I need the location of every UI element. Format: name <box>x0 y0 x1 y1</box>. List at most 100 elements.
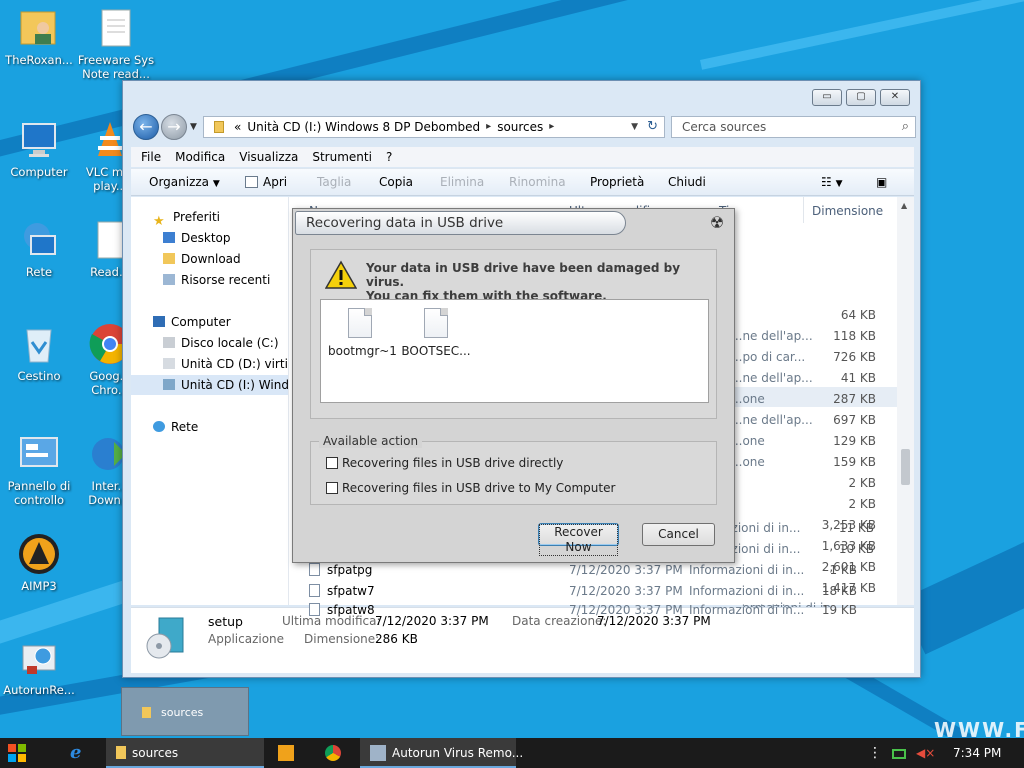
option-recover-directly[interactable]: Recovering files in USB drive directly <box>326 456 563 470</box>
option-recover-to-computer[interactable]: Recovering files in USB drive to My Comp… <box>326 481 615 495</box>
start-button[interactable] <box>8 744 26 762</box>
forward-button[interactable]: → <box>161 114 187 140</box>
menu-modifica[interactable]: Modifica <box>175 147 225 167</box>
rename-button[interactable]: Rinomina <box>509 169 566 195</box>
chevron-right-icon[interactable]: ▸ <box>486 117 491 137</box>
search-input[interactable]: Cerca sources ⌕ <box>671 116 916 138</box>
address-segment[interactable]: sources <box>497 117 543 137</box>
copy-button[interactable]: Copia <box>379 169 413 195</box>
radiation-icon: ☢ <box>709 213 725 232</box>
desktop-icon-freeware[interactable]: Freeware Sys Note read... <box>76 6 156 81</box>
autorun-remover-icon <box>17 636 61 680</box>
desktop-icon-label: AIMP3 <box>21 579 57 593</box>
control-panel-icon <box>17 432 61 476</box>
nav-download[interactable]: Download <box>163 249 241 269</box>
recover-now-label: Recover Now <box>539 524 618 556</box>
recovery-dialog: Recovering data in USB drive ☢ Your data… <box>292 208 735 563</box>
file-item[interactable]: BOOTSEC... <box>400 308 472 358</box>
preview-pane-icon[interactable]: ▣ <box>876 169 887 195</box>
organize-button[interactable]: Organizza ▼ <box>149 169 220 197</box>
wallpaper-stripe <box>700 0 1024 70</box>
scroll-up-icon[interactable]: ▲ <box>901 201 907 210</box>
desktop-icon-rete[interactable]: Rete <box>0 218 79 279</box>
desktop-icon-label: AutorunRe... <box>3 683 75 697</box>
cd-drive-icon <box>163 379 175 390</box>
taskbar-ie-icon[interactable]: e <box>70 738 94 768</box>
navigation-pane: ★ Preferiti Desktop Download Risorse rece… <box>131 197 289 605</box>
refresh-icon[interactable]: ↻ <box>647 117 658 137</box>
open-button[interactable]: Apri <box>245 169 287 195</box>
desktop-icon-autorun[interactable]: AutorunRe... <box>0 636 79 697</box>
desktop-icon-label: TheRoxan... <box>5 53 73 67</box>
nav-recent[interactable]: Risorse recenti <box>163 270 270 290</box>
dialog-title: Recovering data in USB drive <box>295 211 626 235</box>
vertical-scrollbar[interactable]: ▲ <box>897 197 914 605</box>
checkbox[interactable] <box>326 456 338 469</box>
nav-label: Download <box>181 252 241 266</box>
taskbar-media-player-icon[interactable] <box>278 738 300 768</box>
available-action-group: Available action Recovering files in USB… <box>310 434 717 505</box>
column-header-size[interactable]: Dimensione <box>803 197 883 223</box>
file-size: 18 KB <box>821 584 857 598</box>
desktop-icon-aimp[interactable]: AIMP3 <box>0 532 79 593</box>
back-button[interactable]: ← <box>133 114 159 140</box>
desktop-icon-pannello[interactable]: Pannello di controllo <box>0 432 79 507</box>
network-status-icon[interactable] <box>892 738 908 768</box>
folder-icon <box>116 746 126 759</box>
menu-strumenti[interactable]: Strumenti <box>312 147 372 167</box>
file-item[interactable]: bootmgr~1 <box>328 308 397 358</box>
nav-desktop[interactable]: Desktop <box>163 228 231 248</box>
nav-cd-d[interactable]: Unità CD (D:) virtio-... <box>163 354 288 374</box>
menu-visualizza[interactable]: Visualizza <box>239 147 298 167</box>
minimize-button[interactable]: ▭ <box>812 89 842 106</box>
delete-button[interactable]: Elimina <box>440 169 484 195</box>
clock[interactable]: 7:34 PM <box>953 738 1003 768</box>
damaged-files-list[interactable]: bootmgr~1 BOOTSEC... <box>320 299 709 403</box>
address-dropdown-icon[interactable]: ▼ <box>631 117 638 137</box>
chevron-down-icon: ▼ <box>212 179 220 189</box>
address-segment[interactable]: Unità CD (I:) Windows 8 DP Debombed <box>247 117 480 137</box>
tray-overflow-icon[interactable]: ⋮ <box>868 738 882 768</box>
menu-file[interactable]: File <box>141 147 161 167</box>
properties-button[interactable]: Proprietà <box>590 169 644 195</box>
desktop-icon-computer[interactable]: Computer <box>0 118 79 179</box>
organize-label: Organizza <box>149 175 210 189</box>
chevron-right-icon[interactable]: ▸ <box>549 117 554 137</box>
file-row[interactable]: sfpatw8 7/12/2020 3:37 PM Informazioni d… <box>123 603 903 623</box>
folder-icon <box>142 707 151 718</box>
chrome-icon <box>325 744 341 761</box>
nav-disk-c[interactable]: Disco locale (C:) <box>163 333 279 353</box>
cancel-button[interactable]: Cancel <box>642 523 715 546</box>
nav-computer[interactable]: Computer <box>153 312 231 332</box>
desktop-icon-cestino[interactable]: Cestino <box>0 322 79 383</box>
desktop-icon-label: Computer <box>10 165 68 179</box>
volume-muted-icon[interactable]: ◀× <box>916 738 935 768</box>
cut-button[interactable]: Taglia <box>317 169 351 195</box>
desktop-icon-theroxan[interactable]: TheRoxan... <box>0 6 79 67</box>
file-row[interactable]: sfpatpg 7/12/2020 3:37 PM Informazioni d… <box>123 563 903 583</box>
file-date: 7/12/2020 3:37 PM <box>569 603 683 617</box>
view-options-icon[interactable]: ☷ ▼ <box>821 169 843 197</box>
nav-rete[interactable]: Rete <box>153 417 198 437</box>
taskbar-chrome-icon[interactable] <box>325 738 347 768</box>
nav-preferiti[interactable]: ★ Preferiti <box>153 207 220 229</box>
menu-help[interactable]: ? <box>386 147 392 167</box>
recover-now-button[interactable]: Recover Now <box>538 523 619 556</box>
taskbar-thumbnail[interactable]: sources <box>121 687 249 736</box>
history-dropdown-icon[interactable]: ▼ <box>190 122 197 132</box>
scroll-thumb[interactable] <box>901 449 910 485</box>
media-player-icon <box>278 744 294 761</box>
nav-cd-i[interactable]: Unità CD (I:) Window... <box>131 375 288 395</box>
desktop-icon <box>163 232 175 243</box>
file-row[interactable]: sfpatw7 7/12/2020 3:37 PM Informazioni d… <box>123 584 903 604</box>
checkbox[interactable] <box>326 481 338 494</box>
maximize-button[interactable]: ▢ <box>846 89 876 106</box>
close-command-button[interactable]: Chiudi <box>668 169 706 195</box>
address-bar[interactable]: « Unità CD (I:) Windows 8 DP Debombed ▸ … <box>203 116 665 138</box>
search-icon[interactable]: ⌕ <box>902 117 909 137</box>
close-button[interactable]: ✕ <box>880 89 910 106</box>
address-overflow[interactable]: « <box>234 117 241 137</box>
text-file-icon <box>94 6 138 50</box>
taskbar-item-sources[interactable]: sources <box>106 738 264 768</box>
taskbar-item-autorun[interactable]: Autorun Virus Remo... <box>360 738 523 768</box>
